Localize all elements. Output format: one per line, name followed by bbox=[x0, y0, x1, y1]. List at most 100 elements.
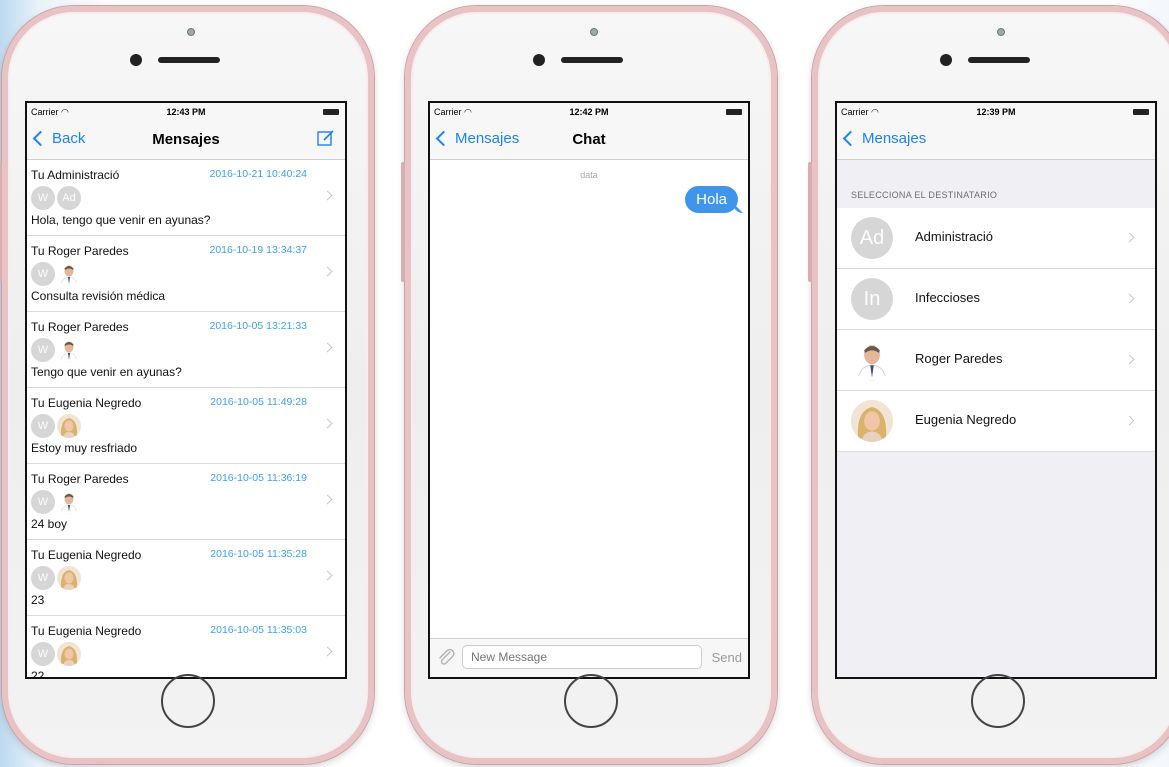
message-sender: Tu Roger Paredes bbox=[31, 472, 129, 486]
avatar-initials: W bbox=[37, 192, 49, 204]
avatar-photo bbox=[57, 414, 81, 438]
chevron-right-icon bbox=[322, 570, 333, 581]
avatar-initials: In bbox=[863, 287, 881, 310]
message-row[interactable]: Tu Administració 2016-10-21 10:40:24 W Ad Ho… bbox=[27, 160, 345, 236]
message-date: 2016-10-05 11:49:28 bbox=[210, 396, 307, 408]
message-sender: Tu Eugenia Negredo bbox=[31, 548, 142, 562]
chevron-right-icon bbox=[322, 342, 333, 353]
avatar: In bbox=[851, 278, 893, 320]
avatar-group: W bbox=[31, 642, 83, 666]
chevron-left-icon bbox=[842, 130, 859, 147]
back-label: Mensajes bbox=[862, 130, 927, 147]
avatar-group: W bbox=[31, 338, 83, 362]
message-sender: Tu Eugenia Negredo bbox=[31, 624, 142, 638]
chat-thread: data Hola bbox=[430, 160, 748, 655]
avatar-photo bbox=[851, 400, 893, 442]
avatar-photo bbox=[851, 339, 893, 381]
message-list: Tu Administració 2016-10-21 10:40:24 W Ad Ho… bbox=[27, 160, 345, 679]
recipient-row[interactable]: Roger Paredes bbox=[837, 330, 1155, 391]
earpiece-speaker bbox=[561, 57, 623, 63]
recipients-screen: Carrier ◠ 12:39 PM Mensajes SELECCIONA E… bbox=[835, 101, 1157, 679]
message-row[interactable]: Tu Eugenia Negredo 2016-10-05 11:35:03 W 22 bbox=[27, 616, 345, 679]
chevron-right-icon bbox=[322, 266, 333, 277]
battery-icon bbox=[1133, 109, 1149, 115]
message-date: 2016-10-05 13:21:33 bbox=[209, 320, 308, 332]
nav-bar: Mensajes bbox=[837, 121, 1155, 160]
recipient-name: Roger Paredes bbox=[915, 351, 1003, 366]
home-button[interactable] bbox=[564, 674, 618, 728]
message-composer: Send bbox=[430, 638, 748, 677]
message-preview: Tengo que venir en ayunas? bbox=[31, 365, 182, 379]
sensor-dot bbox=[590, 28, 598, 36]
recipient-row[interactable]: Eugenia Negredo bbox=[837, 391, 1155, 452]
avatar-photo bbox=[57, 642, 81, 666]
avatar-group: W bbox=[31, 262, 83, 286]
message-input[interactable] bbox=[462, 645, 702, 669]
nav-bar: Mensajes Chat bbox=[430, 121, 748, 160]
avatar: W bbox=[31, 642, 55, 666]
avatar: W bbox=[31, 338, 55, 362]
earpiece-speaker bbox=[968, 57, 1030, 63]
back-button[interactable]: Mensajes bbox=[841, 130, 926, 147]
chevron-right-icon bbox=[1124, 354, 1135, 365]
avatar-photo bbox=[57, 338, 81, 362]
avatar-photo bbox=[57, 490, 81, 514]
compose-icon[interactable] bbox=[317, 129, 335, 147]
status-time: 12:43 PM bbox=[166, 107, 206, 117]
avatar-initials: W bbox=[37, 648, 49, 660]
page-title: Mensajes bbox=[152, 131, 220, 148]
recipient-list: Ad Administració In Infeccioses Roger Parede… bbox=[837, 208, 1155, 452]
battery-icon bbox=[726, 109, 742, 115]
battery-icon bbox=[323, 109, 339, 115]
avatar-photo bbox=[57, 566, 81, 590]
chevron-right-icon bbox=[322, 646, 333, 657]
front-camera bbox=[940, 54, 952, 66]
avatar: W bbox=[31, 262, 55, 286]
page-title: Chat bbox=[572, 131, 606, 148]
recipient-row[interactable]: In Infeccioses bbox=[837, 269, 1155, 330]
chevron-right-icon bbox=[1124, 415, 1135, 426]
avatar-group: W Ad bbox=[31, 186, 83, 210]
chevron-right-icon bbox=[1124, 293, 1135, 304]
earpiece-speaker bbox=[158, 57, 220, 63]
avatar-initials: Ad bbox=[859, 226, 885, 249]
avatar: W bbox=[31, 414, 55, 438]
avatar: Ad bbox=[57, 186, 81, 210]
attachment-icon[interactable] bbox=[436, 647, 456, 667]
message-row[interactable]: Tu Eugenia Negredo 2016-10-05 11:35:28 W 23 bbox=[27, 540, 345, 616]
sent-message-bubble: Hola bbox=[685, 186, 738, 213]
message-row[interactable]: Tu Roger Paredes 2016-10-05 13:21:33 W Teng… bbox=[27, 312, 345, 388]
avatar: Ad bbox=[851, 217, 893, 259]
sensor-dot bbox=[187, 28, 195, 36]
home-button[interactable] bbox=[161, 674, 215, 728]
avatar-photo bbox=[57, 262, 81, 286]
front-camera bbox=[130, 54, 142, 66]
avatar: W bbox=[31, 490, 55, 514]
inbox-screen: Carrier ◠ 12:43 PM Back Mensajes Tu Admi… bbox=[25, 101, 347, 679]
avatar-group: W bbox=[31, 414, 83, 438]
phone-inbox: Carrier ◠ 12:43 PM Back Mensajes Tu Admi… bbox=[0, 6, 374, 764]
message-preview: 22 bbox=[31, 669, 45, 679]
home-button[interactable] bbox=[971, 674, 1025, 728]
recipient-name: Administració bbox=[915, 229, 994, 244]
sensor-dot bbox=[997, 28, 1005, 36]
status-bar: Carrier ◠ 12:42 PM bbox=[430, 103, 748, 121]
recipients-panel: SELECCIONA EL DESTINATARIO Ad Administrac… bbox=[837, 160, 1155, 677]
nav-bar: Back Mensajes bbox=[27, 121, 345, 160]
message-row[interactable]: Tu Roger Paredes 2016-10-19 13:34:37 W Cons… bbox=[27, 236, 345, 312]
send-button[interactable]: Send bbox=[712, 650, 742, 665]
message-timestamp: data bbox=[580, 170, 598, 180]
message-row[interactable]: Tu Eugenia Negredo 2016-10-05 11:49:28 W Es… bbox=[27, 388, 345, 464]
avatar-initials: W bbox=[37, 344, 49, 356]
message-sender: Tu Administració bbox=[31, 168, 120, 182]
phone-chat: Carrier ◠ 12:42 PM Mensajes Chat data Ho… bbox=[401, 6, 777, 764]
recipient-row[interactable]: Ad Administració bbox=[837, 208, 1155, 269]
message-date: 2016-10-05 11:35:03 bbox=[210, 624, 307, 636]
chevron-right-icon bbox=[322, 418, 333, 429]
status-bar: Carrier ◠ 12:43 PM bbox=[27, 103, 345, 121]
message-date: 2016-10-19 13:34:37 bbox=[209, 244, 308, 256]
avatar: W bbox=[31, 186, 55, 210]
message-date: 2016-10-05 11:35:28 bbox=[210, 548, 307, 560]
message-row[interactable]: Tu Roger Paredes 2016-10-05 11:36:19 W 24 b… bbox=[27, 464, 345, 540]
message-preview: Hola, tengo que venir en ayunas? bbox=[31, 213, 211, 227]
